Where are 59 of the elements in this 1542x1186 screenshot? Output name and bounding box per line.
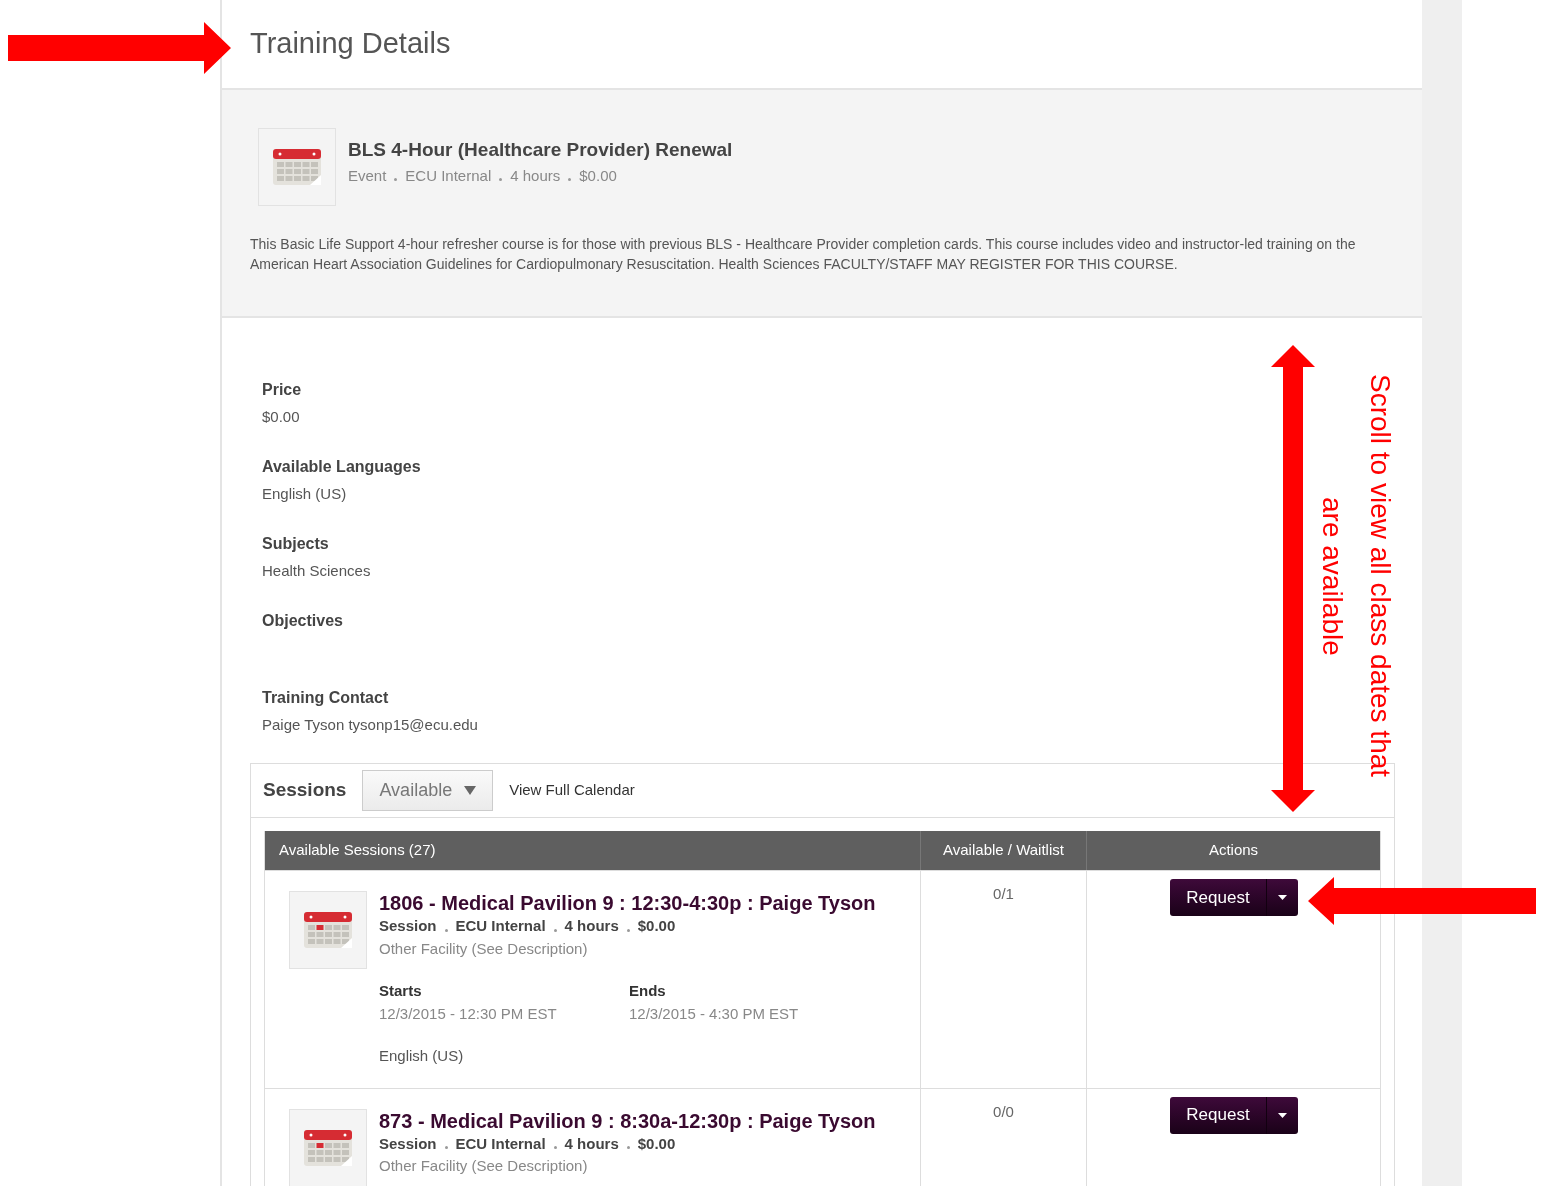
sessions-title: Sessions — [263, 778, 347, 803]
dot-separator-icon — [499, 178, 503, 182]
dot-separator-icon — [553, 1146, 557, 1150]
availability-text: 0/0 — [993, 1101, 1014, 1122]
column-header: Actions — [1086, 831, 1380, 870]
meta-text: $0.00 — [579, 165, 617, 186]
meta-text: ECU Internal — [405, 165, 492, 186]
field-label: Training Contact — [262, 688, 389, 708]
ends-label: Ends — [629, 981, 667, 1001]
meta-text: Event — [348, 165, 387, 186]
column-header: Available Sessions (27) — [278, 840, 437, 861]
field-value: English (US) — [262, 484, 347, 504]
field-value: $0.00 — [262, 407, 300, 427]
field-label: Objectives — [262, 611, 343, 631]
meta-text: ECU Internal — [455, 916, 546, 936]
facility-text: Other Facility (See Description) — [379, 938, 589, 959]
caret-icon — [1277, 1112, 1287, 1118]
page-title: Training Details — [250, 26, 451, 62]
filter-dropdown[interactable]: Available — [362, 770, 494, 811]
language-text: English (US) — [379, 1046, 465, 1066]
session-title[interactable]: 873 - Medical Pavilion 9 : 8:30a-12:30p : Paige Tyson — [379, 1108, 876, 1133]
starts-value: 12/3/2015 - 12:30 PM EST — [379, 1003, 558, 1024]
meta-text: $0.00 — [637, 1133, 676, 1154]
calendar-icon — [258, 128, 336, 206]
meta-text: Session — [379, 916, 437, 936]
meta-text: 4 hours — [564, 916, 619, 936]
field-label: Available Languages — [262, 457, 421, 477]
meta-text: 4 hours — [510, 165, 561, 186]
facility-text: Other Facility (See Description) — [379, 1156, 589, 1176]
meta-text: ECU Internal — [455, 1133, 546, 1154]
field-value: Paige Tyson tysonp15@ecu.edu — [262, 715, 478, 735]
scroll-annotation: Scroll to view all class dates that are available — [1316, 373, 1397, 780]
course-description: This Basic Life Support 4-hour refresher course is for those with previous BLS - Healthcare Provider completion cards. This course includes video and instructor-led training on the American Heart Association Guidelines for Cardiopulmonary Resuscitation. Health Sciences FACULTY/STAFF MAY REGISTER FOR THIS COURSE. — [250, 235, 1357, 274]
dot-separator-icon — [626, 1146, 630, 1150]
session-title[interactable]: 1806 - Medical Pavilion 9 : 12:30-4:30p : Paige Tyson — [379, 891, 876, 915]
dot-separator-icon — [626, 928, 630, 932]
column-header: Available / Waitlist — [920, 831, 1086, 870]
availability-text: 0/1 — [993, 884, 1014, 904]
calendar-icon — [289, 891, 367, 969]
field-label: Subjects — [262, 534, 329, 554]
calendar-link[interactable]: View Full Calendar — [509, 779, 635, 802]
dot-separator-icon — [444, 1146, 448, 1150]
field-value: Health Sciences — [262, 561, 371, 581]
meta-text: 4 hours — [564, 1133, 619, 1154]
caret-icon — [1277, 895, 1287, 900]
starts-label: Starts — [379, 981, 423, 1001]
double-arrow-icon — [1271, 345, 1315, 812]
dot-separator-icon — [444, 928, 448, 932]
arrow-right-icon — [8, 22, 231, 74]
ends-value: 12/3/2015 - 4:30 PM EST — [629, 1003, 799, 1024]
meta-text: Session — [379, 1133, 437, 1154]
dot-separator-icon — [553, 928, 557, 932]
course-title: BLS 4-Hour (Healthcare Provider) Renewal — [348, 138, 733, 162]
field-label: Price — [262, 380, 302, 400]
dot-separator-icon — [568, 178, 572, 182]
meta-text: $0.00 — [637, 916, 676, 936]
caret-icon — [464, 786, 477, 795]
dot-separator-icon — [394, 178, 398, 182]
arrow-left-icon — [1308, 877, 1536, 925]
